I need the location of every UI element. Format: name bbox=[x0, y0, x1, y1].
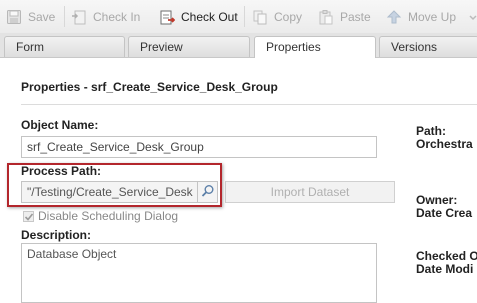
path-label: Path: bbox=[416, 124, 446, 138]
save-label: Save bbox=[28, 9, 56, 24]
description-value: Database Object bbox=[27, 247, 117, 261]
chevron-down-icon bbox=[469, 9, 477, 25]
check-in-button[interactable]: Check In bbox=[71, 0, 140, 33]
object-name-value: srf_Create_Service_Desk_Group bbox=[27, 140, 204, 154]
tab-form[interactable]: Form bbox=[4, 36, 125, 57]
disable-scheduling-label: Disable Scheduling Dialog bbox=[38, 209, 179, 223]
tab-properties[interactable]: Properties bbox=[254, 36, 376, 58]
copy-label: Copy bbox=[274, 9, 303, 24]
tab-versions[interactable]: Versions bbox=[379, 36, 477, 57]
toolbar-separator bbox=[64, 6, 65, 27]
toolbar-separator bbox=[244, 6, 245, 27]
check-out-button[interactable]: Check Out bbox=[159, 0, 238, 33]
orchestrator-label: Orchestra bbox=[416, 137, 473, 151]
tab-label: Properties bbox=[266, 40, 321, 54]
arrow-up-icon bbox=[386, 9, 402, 25]
paste-icon bbox=[318, 9, 334, 25]
object-name-label: Object Name: bbox=[21, 118, 99, 132]
tab-bar: Form Preview Properties Versions bbox=[0, 33, 477, 58]
tab-preview[interactable]: Preview bbox=[128, 36, 250, 57]
tab-label: Versions bbox=[391, 40, 438, 54]
move-up-label: Move Up bbox=[408, 9, 457, 24]
highlight-annotation bbox=[7, 163, 222, 207]
save-button[interactable]: Save bbox=[6, 0, 55, 33]
checked-out-label: Checked O bbox=[416, 249, 477, 263]
description-textarea[interactable]: Database Object bbox=[21, 243, 377, 303]
checkmark-icon bbox=[24, 211, 34, 225]
check-out-label: Check Out bbox=[181, 9, 238, 24]
disable-scheduling-checkbox[interactable] bbox=[23, 211, 34, 222]
description-label: Description: bbox=[21, 228, 92, 242]
floppy-disk-icon bbox=[6, 9, 22, 25]
date-modified-label: Date Modi bbox=[416, 262, 474, 276]
date-created-label: Date Crea bbox=[416, 206, 473, 220]
copy-button[interactable]: Copy bbox=[252, 0, 302, 33]
import-dataset-label: Import Dataset bbox=[270, 185, 350, 199]
import-dataset-button[interactable]: Import Dataset bbox=[225, 181, 395, 203]
paste-button[interactable]: Paste bbox=[318, 0, 371, 33]
divider bbox=[21, 104, 477, 105]
owner-label: Owner: bbox=[416, 193, 458, 207]
paste-label: Paste bbox=[340, 9, 371, 24]
check-in-label: Check In bbox=[93, 9, 141, 24]
toolbar: Save Check In Check Out Copy Paste Move … bbox=[0, 0, 477, 34]
tab-label: Form bbox=[16, 40, 44, 54]
check-out-icon bbox=[159, 9, 176, 25]
move-up-button[interactable]: Move Up bbox=[386, 0, 456, 33]
more-dropdown-button[interactable] bbox=[469, 0, 477, 33]
tab-label: Preview bbox=[140, 40, 183, 54]
object-name-field[interactable]: srf_Create_Service_Desk_Group bbox=[21, 136, 377, 158]
properties-title: Properties - srf_Create_Service_Desk_Gro… bbox=[21, 80, 278, 94]
check-in-icon bbox=[71, 9, 87, 25]
copy-icon bbox=[252, 9, 268, 25]
